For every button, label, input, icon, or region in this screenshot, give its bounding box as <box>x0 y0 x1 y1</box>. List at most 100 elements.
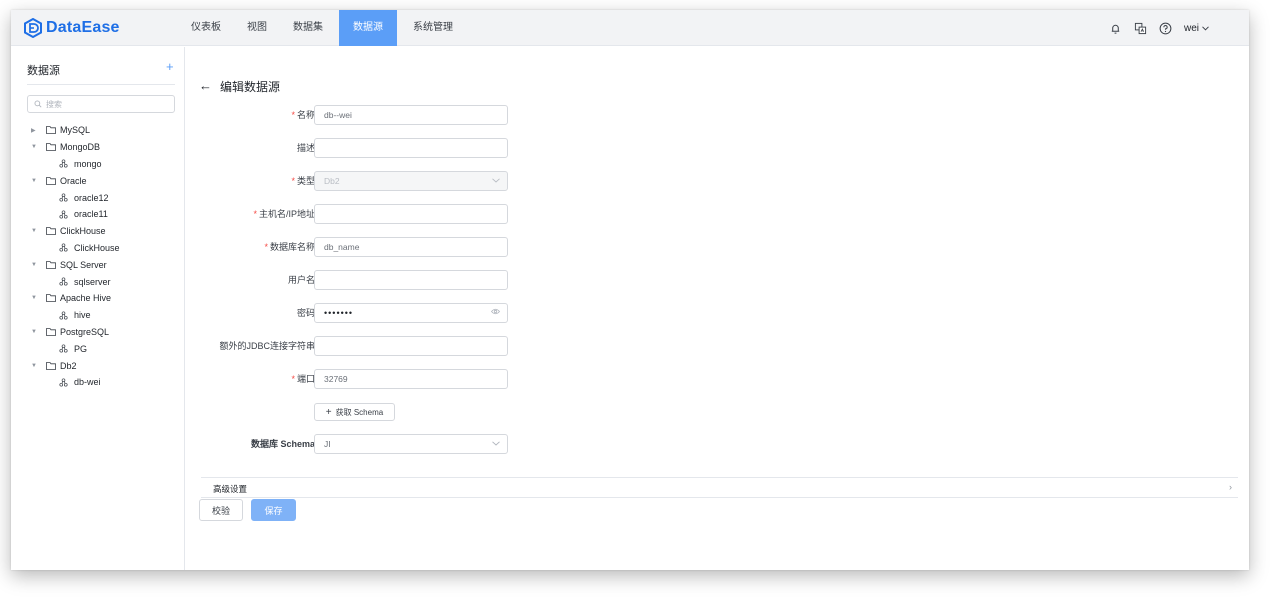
datasource-icon <box>59 159 68 169</box>
user-menu[interactable]: wei <box>1184 23 1209 34</box>
form-row-host: * 主机名/IP地址 <box>186 204 526 224</box>
tree-item-oracle12[interactable]: oracle12 <box>31 189 181 206</box>
schema-select[interactable]: JI <box>314 434 508 454</box>
chevron-down-icon <box>492 435 500 453</box>
tree-folder-hive[interactable]: ▼ Apache Hive <box>31 290 181 307</box>
tree-folder-db2[interactable]: ▼ Db2 <box>31 357 181 374</box>
chevron-right-icon: › <box>1229 482 1232 492</box>
tree-label: db-wei <box>74 377 101 388</box>
tree-label: mongo <box>74 158 102 169</box>
label-text: 名称 <box>296 110 315 120</box>
port-label: * 端口 <box>291 374 315 384</box>
page-title: 编辑数据源 <box>220 80 281 94</box>
tree-folder-mysql[interactable]: ▶ MySQL <box>31 122 181 139</box>
folder-icon <box>46 143 56 152</box>
folder-icon <box>46 126 56 135</box>
username-field[interactable] <box>314 270 508 290</box>
host-field[interactable] <box>314 204 508 224</box>
tree-label: PG <box>74 343 88 354</box>
datasource-icon <box>59 277 68 286</box>
advanced-settings[interactable]: 高级设置 › <box>201 477 1238 498</box>
datasource-tree: ▶ MySQL ▼ MongoDB mongo ▼ Oracle oracle12 o… <box>31 122 181 391</box>
folder-icon <box>46 176 56 185</box>
desc-field[interactable] <box>314 138 508 158</box>
form-row-jdbc: 额外的JDBC连接字符串 <box>186 336 526 356</box>
caret-right-icon[interactable]: ▶ <box>31 127 39 134</box>
help-icon[interactable] <box>1159 22 1172 35</box>
sidebar-title: 数据源 <box>27 65 60 77</box>
tree-label: PostgreSQL <box>60 326 110 337</box>
tree-item-pg[interactable]: PG <box>31 340 181 357</box>
tree-label: ClickHouse <box>74 242 120 253</box>
jdbc-label: 额外的JDBC连接字符串 <box>219 341 315 351</box>
tree-item-db-wei[interactable]: db-wei <box>31 374 181 391</box>
tree-item-clickhouse[interactable]: ClickHouse <box>31 240 181 257</box>
translate-icon[interactable] <box>1134 22 1147 35</box>
datasource-sidebar: 数据源 + 搜索 ▶ MySQL ▼ MongoDB mongo ▼ Oracle o… <box>11 47 185 570</box>
caret-down-icon[interactable]: ▼ <box>31 295 39 301</box>
user-label: 用户名 <box>287 275 315 285</box>
save-button[interactable]: 保存 <box>251 499 296 521</box>
nav-system[interactable]: 系统管理 <box>403 10 463 46</box>
datasource-icon <box>59 378 68 387</box>
jdbc-field[interactable] <box>314 336 508 356</box>
header-actions: wei <box>1109 10 1209 46</box>
dataease-logo-icon <box>24 18 42 38</box>
tree-label: oracle12 <box>74 192 109 203</box>
tree-folder-mongodb[interactable]: ▼ MongoDB <box>31 139 181 156</box>
tree-folder-oracle[interactable]: ▼ Oracle <box>31 172 181 189</box>
get-schema-button[interactable]: + 获取 Schema <box>314 403 395 421</box>
caret-down-icon[interactable]: ▼ <box>31 144 39 150</box>
label-text: 类型 <box>296 176 315 186</box>
caret-down-icon[interactable]: ▼ <box>31 228 39 234</box>
form-row-name: * 名称 db--wei <box>186 105 526 125</box>
type-select[interactable]: Db2 <box>314 171 508 191</box>
user-name: wei <box>1183 22 1199 34</box>
search-input[interactable]: 搜索 <box>27 95 175 113</box>
tree-label: Db2 <box>60 360 77 371</box>
nav-dashboard[interactable]: 仪表板 <box>181 10 231 46</box>
back-arrow-icon[interactable]: ← <box>199 78 212 93</box>
bell-icon[interactable] <box>1109 22 1122 35</box>
tree-label: ClickHouse <box>60 226 106 237</box>
tree-item-mongo[interactable]: mongo <box>31 156 181 173</box>
label-text: 端口 <box>296 374 315 384</box>
dbname-label: * 数据库名称 <box>264 242 315 252</box>
caret-down-icon[interactable]: ▼ <box>31 262 39 268</box>
datasource-icon <box>59 243 68 253</box>
password-label: 密码 <box>296 308 315 318</box>
add-datasource-button[interactable]: + <box>166 59 174 74</box>
form-row-schema: 数据库 Schema JI <box>186 434 526 454</box>
label-text: 主机名/IP地址 <box>258 209 315 219</box>
folder-icon <box>46 260 56 269</box>
form-row-user: 用户名 <box>186 270 526 290</box>
caret-down-icon[interactable]: ▼ <box>31 178 39 184</box>
tree-label: SQL Server <box>60 259 107 270</box>
port-field[interactable]: 32769 <box>314 369 508 389</box>
nav-views[interactable]: 视图 <box>237 10 277 46</box>
tree-item-sqlserver[interactable]: sqlserver <box>31 273 181 290</box>
type-value: Db2 <box>324 176 340 186</box>
logo[interactable]: DataEase <box>23 17 120 39</box>
nav-datasets[interactable]: 数据集 <box>283 10 333 46</box>
tree-folder-sqlserver[interactable]: ▼ SQL Server <box>31 256 181 273</box>
caret-down-icon[interactable]: ▼ <box>31 363 39 369</box>
tree-item-oracle11[interactable]: oracle11 <box>31 206 181 223</box>
password-field[interactable]: ••••••• <box>314 303 508 323</box>
label-text: 数据库名称 <box>269 242 315 252</box>
tree-folder-clickhouse[interactable]: ▼ ClickHouse <box>31 223 181 240</box>
tree-folder-postgresql[interactable]: ▼ PostgreSQL <box>31 324 181 341</box>
desc-label: 描述 <box>296 143 315 153</box>
main-nav: 仪表板 视图 数据集 数据源 系统管理 <box>181 10 469 46</box>
form-row-desc: 描述 <box>186 138 526 158</box>
tree-label: Apache Hive <box>60 293 112 304</box>
name-field[interactable]: db--wei <box>314 105 508 125</box>
eye-icon[interactable] <box>490 304 501 322</box>
app-window: DataEase 仪表板 视图 数据集 数据源 系统管理 wei 数据源 + 搜… <box>11 10 1249 570</box>
tree-item-hive[interactable]: hive <box>31 307 181 324</box>
validate-button[interactable]: 校验 <box>199 499 243 521</box>
caret-down-icon[interactable]: ▼ <box>31 329 39 335</box>
datasource-icon <box>59 344 68 353</box>
nav-datasource[interactable]: 数据源 <box>339 10 397 46</box>
dbname-field[interactable]: db_name <box>314 237 508 257</box>
